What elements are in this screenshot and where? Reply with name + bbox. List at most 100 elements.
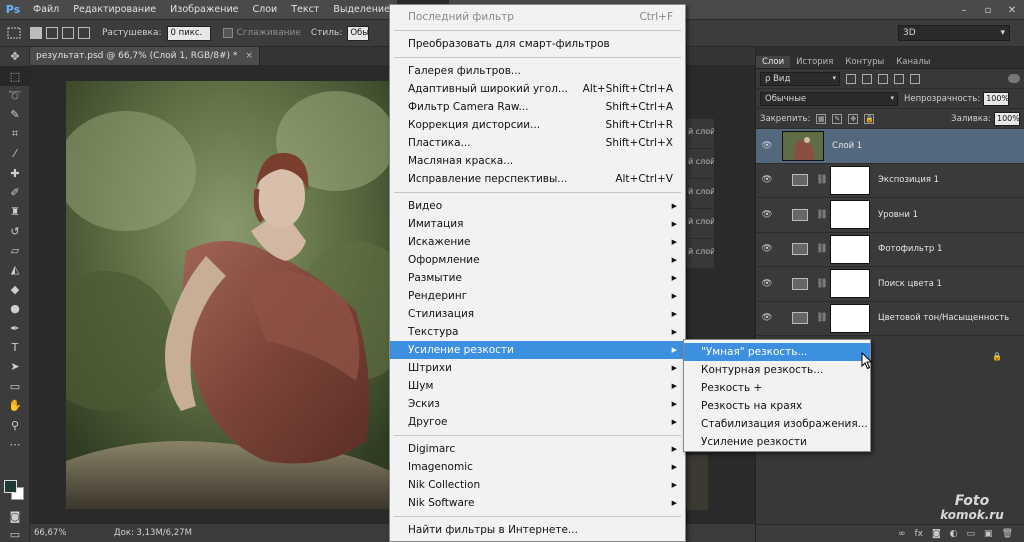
filter-menu-item[interactable]: Фильтр Camera Raw... Shift+Ctrl+A [390,98,685,116]
marquee-tool-preset-icon[interactable] [0,20,28,47]
new-selection-icon[interactable] [30,27,42,39]
layer-row-color-lookup[interactable]: 👁 ⛓ Поиск цвета 1 [756,267,1024,302]
visibility-eye-icon[interactable]: 👁 [756,279,778,289]
filter-menu-item[interactable]: Найти фильтры в Интернете... [390,521,685,539]
paint-bucket-tool-icon[interactable]: ◭ [0,260,30,279]
menu-item[interactable]: Файл [26,0,66,20]
shape-tool-icon[interactable]: ▭ [0,377,30,396]
filter-shape-icon[interactable] [894,73,904,84]
workspace-select[interactable]: 3D ▾ [898,25,1010,41]
brush-tool-icon[interactable]: ✐ [0,183,30,202]
intersect-selection-icon[interactable] [78,27,90,39]
lock-transparent-icon[interactable]: ▦ [816,113,827,124]
filter-menu-item[interactable]: Исправление перспективы... Alt+Ctrl+V [390,170,685,188]
lock-all-icon[interactable]: 🔒 [864,113,875,124]
marquee-tool-icon[interactable]: ⬚ [0,66,30,86]
filter-menu-item[interactable]: Пластика... Shift+Ctrl+X [390,134,685,152]
sharpen-submenu-item[interactable]: "Умная" резкость... [684,343,870,361]
eraser-tool-icon[interactable]: ▱ [0,241,30,260]
filter-menu-item[interactable]: Видео ▶ [390,197,685,215]
visibility-eye-icon[interactable]: 👁 [756,141,778,151]
layer-mask-thumbnail[interactable] [830,165,870,195]
hand-tool-icon[interactable]: ✋ [0,396,30,415]
filter-toggle-icon[interactable] [1008,74,1020,83]
visibility-eye-icon[interactable]: 👁 [756,175,778,185]
layer-kind-select[interactable]: ρ Вид ▾ [760,71,840,86]
sharpen-submenu-item[interactable]: Усиление резкости [684,433,870,451]
visibility-eye-icon[interactable]: 👁 [756,313,778,323]
zoom-level[interactable]: 66,67% [34,528,84,538]
document-tab[interactable]: результат.psd @ 66,7% (Слой 1, RGB/8#) *… [30,47,260,65]
healing-brush-tool-icon[interactable]: ✚ [0,163,30,182]
filter-menu-item[interactable]: Стилизация ▶ [390,305,685,323]
opacity-input[interactable]: 100% [983,91,1010,106]
foreground-color-swatch[interactable] [4,480,17,493]
filter-menu-item[interactable]: Размытие ▶ [390,269,685,287]
pen-tool-icon[interactable]: ✒ [0,318,30,337]
filter-menu-item[interactable]: Усиление резкости ▶ [390,341,685,359]
filter-menu-item[interactable]: Текстура ▶ [390,323,685,341]
layer-row-hue-saturation[interactable]: 👁 ⛓ Цветовой тон/Насыщенность [756,301,1024,336]
filter-menu-item[interactable]: Штрихи ▶ [390,359,685,377]
layer-mask-thumbnail[interactable] [830,269,870,299]
antialias-checkbox[interactable] [222,28,233,38]
filter-type-icon[interactable] [878,73,888,84]
layer-row-levels[interactable]: 👁 ⛓ Уровни 1 [756,198,1024,233]
filter-menu-item[interactable]: Шум ▶ [390,377,685,395]
filter-menu-item[interactable]: Имитация ▶ [390,215,685,233]
quick-mask-icon[interactable]: ◙ [0,507,30,526]
filter-menu-item[interactable]: Коррекция дисторсии... Shift+Ctrl+R [390,116,685,134]
type-tool-icon[interactable]: T [0,338,30,357]
visibility-eye-icon[interactable]: 👁 [756,244,778,254]
layer-row-photo-filter[interactable]: 👁 ⛓ Фотофильтр 1 [756,232,1024,267]
tab-history[interactable]: История [790,56,839,68]
filter-menu-item[interactable]: Галерея фильтров... [390,62,685,80]
zoom-tool-icon[interactable]: ⚲ [0,415,30,434]
filter-adjustment-icon[interactable] [862,73,872,84]
filter-menu-item[interactable]: Nik Collection ▶ [390,476,685,494]
style-select[interactable]: Обы [347,25,370,41]
sharpen-submenu-item[interactable]: Стабилизация изображения... [684,415,870,433]
menu-item[interactable]: Редактирование [66,0,163,20]
filter-menu-item[interactable]: Imagenomic ▶ [390,458,685,476]
eyedropper-tool-icon[interactable]: ⁄ [0,144,30,163]
maximize-icon[interactable]: ▫ [976,0,1000,20]
history-brush-tool-icon[interactable]: ↺ [0,222,30,241]
menu-item[interactable]: Слои [245,0,284,20]
menu-item[interactable]: Текст [284,0,326,20]
filter-menu-item[interactable]: Искажение ▶ [390,233,685,251]
quick-select-tool-icon[interactable]: ✎ [0,105,30,124]
filter-menu-item[interactable]: Оформление ▶ [390,251,685,269]
filter-menu-item[interactable]: Последний фильтр Ctrl+F [390,8,685,26]
layer-row-layer1[interactable]: 👁 Слой 1 [756,129,1024,164]
close-document-icon[interactable]: × [245,51,253,61]
filter-menu-item[interactable]: Адаптивный широкий угол... Alt+Shift+Ctrl… [390,80,685,98]
tab-paths[interactable]: Контуры [839,56,890,68]
layer-row-exposure[interactable]: 👁 ⛓ Экспозиция 1 [756,163,1024,198]
visibility-eye-icon[interactable]: 👁 [756,210,778,220]
screen-mode-icon[interactable]: ▭ [0,525,30,542]
fill-input[interactable]: 100% [994,111,1020,126]
blend-mode-select[interactable]: Обычные ▾ [760,91,898,106]
tab-channels[interactable]: Каналы [890,56,936,68]
subtract-selection-icon[interactable] [62,27,74,39]
sharpen-submenu-item[interactable]: Резкость на краях [684,397,870,415]
lasso-tool-icon[interactable]: ➰ [0,86,30,105]
dodge-tool-icon[interactable]: ● [0,299,30,318]
filter-menu-item[interactable]: Масляная краска... [390,152,685,170]
layer-mask-thumbnail[interactable] [830,234,870,264]
move-tool-icon[interactable]: ✥ [0,47,30,66]
link-icon[interactable]: ∞ [898,529,906,539]
path-selection-tool-icon[interactable]: ➤ [0,357,30,376]
filter-menu-item[interactable]: Эскиз ▶ [390,395,685,413]
menu-item[interactable]: Выделение [326,0,397,20]
filter-menu-item[interactable]: Преобразовать для смарт-фильтров [390,35,685,53]
lock-position-icon[interactable]: ✥ [848,113,859,124]
filter-menu-item[interactable]: Nik Software ▶ [390,494,685,512]
blur-tool-icon[interactable]: ◆ [0,280,30,299]
tab-layers[interactable]: Слои [756,56,791,68]
edit-toolbar-icon[interactable]: ⋯ [0,435,30,454]
crop-tool-icon[interactable]: ⌗ [0,125,30,144]
filter-pixel-icon[interactable] [846,73,856,84]
layer-mask-thumbnail[interactable] [830,200,870,230]
